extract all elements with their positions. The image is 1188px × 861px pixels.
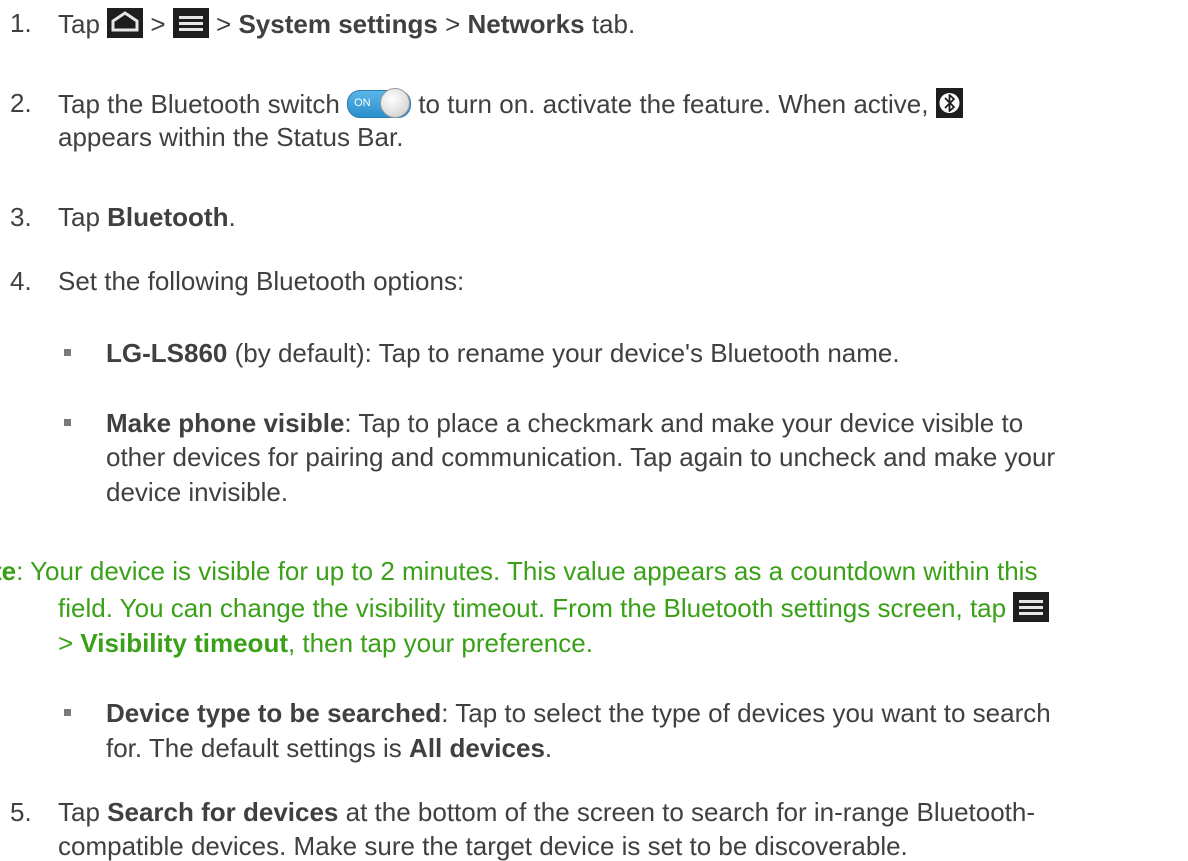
on-switch-icon: ON [347,88,412,118]
note-line2: field. You can change the visibility tim… [58,592,1050,623]
option-text: (by default): Tap to rename your device'… [234,338,900,368]
home-icon [107,8,144,38]
step-number: 4. [10,266,32,296]
step-text: Set the following Bluetooth options: [58,266,465,296]
option-device-type: Device type to be searched: Tap to selec… [106,698,1051,728]
option-text: : Tap to select the type of devices you … [441,698,1051,728]
option-lg-ls860: LG-LS860 (by default): Tap to rename you… [106,338,900,368]
step-5-text: Tap Search for devices at the bottom of … [58,797,1035,827]
option-text: other devices for pairing and communicat… [106,442,1056,472]
option-make-visible-line2: other devices for pairing and communicat… [106,442,1055,472]
option-make-visible: Make phone visible: Tap to place a check… [106,408,1023,438]
networks-label: Networks [467,9,585,39]
step-text: to turn on. activate the feature. When a… [418,89,929,119]
note-text: , then tap your preference. [287,628,593,658]
bullet [64,709,71,716]
bluetooth-icon [935,88,963,118]
bullet [64,419,71,426]
step-number: 3. [10,202,32,232]
separator: > [150,9,166,39]
system-settings-label: System settings [238,9,438,39]
step-4: 4. [10,266,32,296]
step-number: 5. [10,797,32,827]
search-for-devices-label: Search for devices [107,797,339,827]
menu-icon [1013,592,1050,622]
step-3-text: Tap Bluetooth. [58,202,236,232]
separator: > [216,9,232,39]
option-name: Device type to be searched [106,698,442,728]
step-1-text: Tap > > System settings > Networks tab. [58,8,635,39]
separator: > [58,628,74,658]
option-text: device invisible. [106,477,289,507]
note-text: field. You can change the visibility tim… [58,593,1007,623]
visibility-timeout-label: Visibility timeout [80,628,288,658]
bullet [64,349,71,356]
step-2: 2. [10,88,32,118]
step-text: tab. [591,9,636,39]
note-text: : Your device is visible for up to 2 min… [16,556,1038,586]
menu-icon [172,8,209,38]
step-3: 3. [10,202,32,232]
step-text: compatible devices. Make sure the target… [58,831,908,861]
option-name: LG-LS860 [106,338,228,368]
step-5: 5. [10,797,32,827]
option-device-type-line2: for. The default settings is All devices… [106,733,552,763]
option-text: . [544,733,553,763]
step-2-line2: appears within the Status Bar. [58,122,403,152]
separator: > [445,9,461,39]
all-devices-label: All devices [409,733,545,763]
note-line1: te: Your device is visible for up to 2 m… [0,556,1037,586]
option-make-visible-line3: device invisible. [106,477,288,507]
step-text: Tap [58,202,100,232]
step-text: . [228,202,236,232]
step-2-text: Tap the Bluetooth switch ON to turn on. … [58,88,963,119]
step-number: 1. [10,8,32,38]
step-number: 2. [10,88,32,118]
option-name: Make phone visible [106,408,345,438]
option-text: for. The default settings is [106,733,402,763]
note-line3: > Visibility timeout, then tap your pref… [58,628,593,658]
option-text: : Tap to place a checkmark and make your… [344,408,1024,438]
step-text: at the bottom of the screen to search fo… [345,797,1036,827]
step-text: Tap [58,9,100,39]
note-label: te [0,556,17,586]
step-text: appears within the Status Bar. [58,122,404,152]
bluetooth-label: Bluetooth [107,202,229,232]
step-text: Tap [58,797,100,827]
step-4-text: Set the following Bluetooth options: [58,266,464,296]
switch-label: ON [354,97,371,109]
step-text: Tap the Bluetooth switch [58,89,340,119]
step-1: 1. [10,8,32,38]
step-5-line2: compatible devices. Make sure the target… [58,831,908,861]
